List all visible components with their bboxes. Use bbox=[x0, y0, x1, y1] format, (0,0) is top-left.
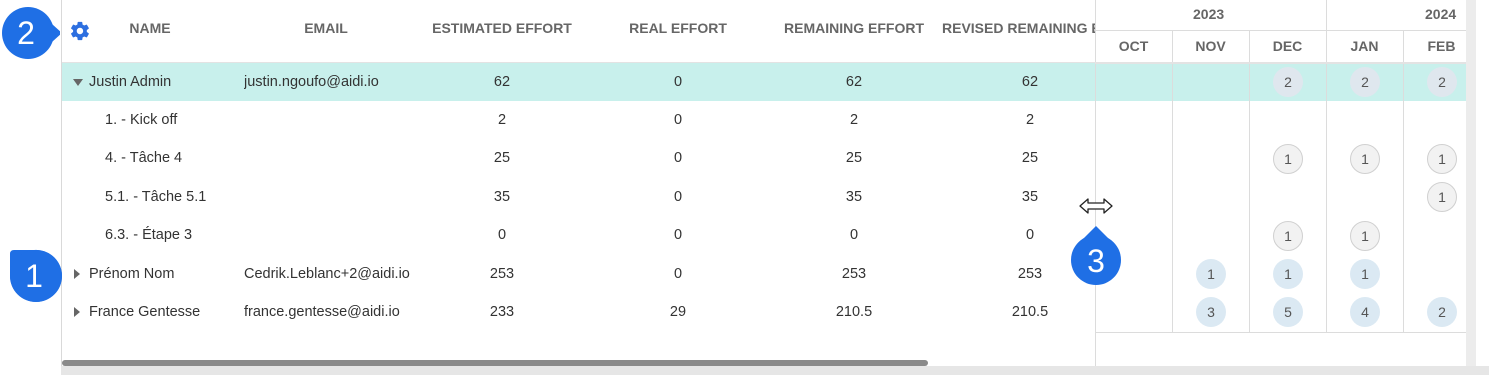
effort-bubble[interactable]: 2 bbox=[1350, 67, 1380, 97]
caret-right-icon[interactable] bbox=[74, 307, 80, 317]
year-label: 2023 bbox=[1193, 6, 1225, 22]
row-remaining-effort: 62 bbox=[845, 74, 863, 90]
row-estimated-effort: 233 bbox=[489, 304, 515, 320]
column-header-revised-remaining-effort[interactable]: REVISED REMAINING E bbox=[942, 20, 1095, 36]
row-email: justin.ngoufo@aidi.io bbox=[244, 74, 379, 90]
timeline-bottom-line bbox=[1095, 332, 1466, 333]
column-header-remaining-effort[interactable]: REMAINING EFFORT bbox=[776, 20, 932, 36]
caret-right-icon[interactable] bbox=[74, 269, 80, 279]
annotation-marker-2: 2 bbox=[2, 7, 60, 59]
effort-bubble[interactable]: 2 bbox=[1273, 67, 1303, 97]
caret-down-icon[interactable] bbox=[73, 79, 83, 86]
gear-icon[interactable] bbox=[69, 20, 91, 42]
effort-bubble[interactable]: 1 bbox=[1196, 259, 1226, 289]
column-header-email[interactable]: EMAIL bbox=[276, 20, 376, 36]
timeline-panel: 2023 2024 OCT NOV DEC JAN FEB 2 2 2 1 1 … bbox=[1095, 0, 1466, 366]
row-name: 6.3. - Étape 3 bbox=[105, 227, 193, 243]
effort-bubble[interactable]: 1 bbox=[1273, 221, 1303, 251]
effort-bubble[interactable]: 1 bbox=[1273, 259, 1303, 289]
table-row[interactable]: France Gentesse france.gentesse@aidi.io … bbox=[62, 293, 1095, 331]
row-remaining-effort: 253 bbox=[841, 266, 867, 282]
row-revised-remaining-effort: 62 bbox=[1021, 74, 1039, 90]
row-estimated-effort: 253 bbox=[489, 266, 515, 282]
row-name: 1. - Kick off bbox=[105, 112, 178, 128]
row-estimated-effort: 35 bbox=[493, 189, 511, 205]
table-row[interactable]: 5.1. - Tâche 5.1 35 0 35 35 bbox=[62, 178, 1095, 216]
year-label: 2024 bbox=[1425, 6, 1457, 22]
row-revised-remaining-effort: 2 bbox=[1025, 112, 1035, 128]
annotation-marker-3: 3 bbox=[1071, 226, 1121, 285]
horizontal-scrollbar-track[interactable] bbox=[61, 366, 1489, 375]
row-estimated-effort: 62 bbox=[493, 74, 511, 90]
effort-bubble[interactable]: 5 bbox=[1273, 297, 1303, 327]
row-estimated-effort: 2 bbox=[497, 112, 507, 128]
row-name: Justin Admin bbox=[89, 74, 172, 90]
row-remaining-effort: 210.5 bbox=[835, 304, 873, 320]
marker-label: 1 bbox=[25, 258, 43, 294]
horizontal-scrollbar-thumb[interactable] bbox=[62, 360, 928, 366]
month-gridline bbox=[1249, 30, 1250, 332]
marker-label: 2 bbox=[17, 15, 35, 51]
row-name: Prénom Nom bbox=[89, 266, 175, 282]
effort-bubble[interactable]: 1 bbox=[1427, 182, 1457, 212]
month-gridline bbox=[1403, 30, 1404, 332]
resize-horizontal-icon[interactable] bbox=[1078, 196, 1114, 216]
row-real-effort: 0 bbox=[673, 74, 683, 90]
row-revised-remaining-effort: 253 bbox=[1017, 266, 1043, 282]
row-email: Cedrik.Leblanc+2@aidi.io bbox=[244, 266, 410, 282]
table-row[interactable]: Prénom Nom Cedrik.Leblanc+2@aidi.io 253 … bbox=[62, 255, 1095, 293]
month-label: OCT bbox=[1118, 38, 1149, 54]
effort-bubble[interactable]: 3 bbox=[1196, 297, 1226, 327]
year-row-divider bbox=[1095, 30, 1466, 31]
month-label: NOV bbox=[1195, 38, 1226, 54]
row-revised-remaining-effort: 25 bbox=[1021, 150, 1039, 166]
column-header-name[interactable]: NAME bbox=[100, 20, 200, 36]
column-header-real-effort[interactable]: REAL EFFORT bbox=[610, 20, 746, 36]
row-name: 5.1. - Tâche 5.1 bbox=[105, 189, 207, 205]
effort-bubble[interactable]: 2 bbox=[1427, 297, 1457, 327]
table-row[interactable]: 6.3. - Étape 3 0 0 0 0 bbox=[62, 216, 1095, 254]
row-estimated-effort: 25 bbox=[493, 150, 511, 166]
month-label: JAN bbox=[1350, 38, 1379, 54]
row-real-effort: 0 bbox=[673, 266, 683, 282]
row-real-effort: 0 bbox=[673, 189, 683, 205]
effort-bubble[interactable]: 1 bbox=[1427, 144, 1457, 174]
timeline-divider[interactable] bbox=[1095, 0, 1096, 366]
row-real-effort: 0 bbox=[673, 227, 683, 243]
row-remaining-effort: 2 bbox=[849, 112, 859, 128]
row-revised-remaining-effort: 210.5 bbox=[1011, 304, 1049, 320]
effort-bubble[interactable]: 1 bbox=[1273, 144, 1303, 174]
row-name: France Gentesse bbox=[89, 304, 201, 320]
row-estimated-effort: 0 bbox=[497, 227, 507, 243]
month-gridline bbox=[1172, 30, 1173, 332]
row-revised-remaining-effort: 35 bbox=[1021, 189, 1039, 205]
effort-bubble[interactable]: 1 bbox=[1350, 221, 1380, 251]
row-real-effort: 0 bbox=[673, 150, 683, 166]
row-real-effort: 29 bbox=[669, 304, 687, 320]
vertical-scrollbar-track[interactable] bbox=[1466, 0, 1476, 366]
effort-bubble[interactable]: 2 bbox=[1427, 67, 1457, 97]
table-row[interactable]: 4. - Tâche 4 25 0 25 25 bbox=[62, 139, 1095, 177]
annotation-marker-1: 1 bbox=[10, 249, 62, 302]
marker-label: 3 bbox=[1087, 243, 1105, 279]
effort-bubble[interactable]: 1 bbox=[1350, 144, 1380, 174]
effort-bubble[interactable]: 1 bbox=[1350, 259, 1380, 289]
row-email: france.gentesse@aidi.io bbox=[244, 304, 400, 320]
month-label: FEB bbox=[1427, 38, 1456, 54]
table-row[interactable]: Justin Admin justin.ngoufo@aidi.io 62 0 … bbox=[62, 63, 1095, 101]
month-label: DEC bbox=[1272, 38, 1303, 54]
table-row[interactable]: 1. - Kick off 2 0 2 2 bbox=[62, 101, 1095, 139]
column-header-estimated-effort[interactable]: ESTIMATED EFFORT bbox=[420, 20, 584, 36]
row-remaining-effort: 35 bbox=[845, 189, 863, 205]
row-remaining-effort: 25 bbox=[845, 150, 863, 166]
row-name: 4. - Tâche 4 bbox=[105, 150, 183, 166]
row-revised-remaining-effort: 0 bbox=[1025, 227, 1035, 243]
row-remaining-effort: 0 bbox=[849, 227, 859, 243]
row-real-effort: 0 bbox=[673, 112, 683, 128]
effort-bubble[interactable]: 4 bbox=[1350, 297, 1380, 327]
timeline-header-divider bbox=[1095, 62, 1466, 64]
